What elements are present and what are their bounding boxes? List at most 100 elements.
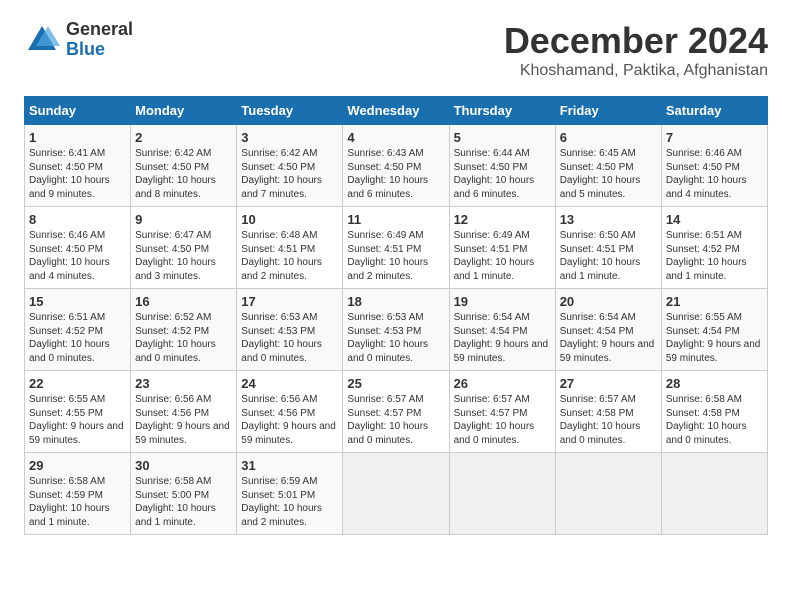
day-number: 19 — [454, 294, 551, 309]
calendar-cell: 11Sunrise: 6:49 AM Sunset: 4:51 PM Dayli… — [343, 207, 449, 289]
day-content: Sunrise: 6:46 AM Sunset: 4:50 PM Dayligh… — [29, 229, 126, 283]
day-number: 15 — [29, 294, 126, 309]
calendar-cell: 21 Sunrise: 6:55 AM Sunset: 4:54 PM Dayli… — [661, 289, 767, 371]
subtitle: Khoshamand, Paktika, Afghanistan — [504, 62, 768, 80]
day-number: 10 — [241, 212, 338, 227]
calendar-cell: 19 Sunrise: 6:54 AM Sunset: 4:54 PM Dayli… — [449, 289, 555, 371]
day-content: Sunrise: 6:56 AM Sunset: 4:56 PM Dayligh… — [241, 393, 338, 447]
calendar-cell: 6 Sunrise: 6:45 AM Sunset: 4:50 PM Daylig… — [555, 125, 661, 207]
calendar-cell: 26Sunrise: 6:57 AM Sunset: 4:57 PM Dayli… — [449, 371, 555, 453]
calendar-cell: 17 Sunrise: 6:53 AM Sunset: 4:53 PM Dayli… — [237, 289, 343, 371]
calendar-cell: 28Sunrise: 6:58 AM Sunset: 4:58 PM Dayli… — [661, 371, 767, 453]
title-area: December 2024 Khoshamand, Paktika, Afgha… — [504, 20, 768, 80]
day-number: 8 — [29, 212, 126, 227]
calendar-cell: 29 Sunrise: 6:58 AM Sunset: 4:59 PM Dayli… — [25, 453, 131, 535]
day-number: 11 — [347, 212, 444, 227]
day-number: 26 — [454, 376, 551, 391]
day-number: 22 — [29, 376, 126, 391]
calendar-cell: 20 Sunrise: 6:54 AM Sunset: 4:54 PM Dayli… — [555, 289, 661, 371]
day-content: Sunrise: 6:42 AM Sunset: 4:50 PM Dayligh… — [241, 147, 338, 201]
calendar-cell: 25Sunrise: 6:57 AM Sunset: 4:57 PM Dayli… — [343, 371, 449, 453]
day-number: 12 — [454, 212, 551, 227]
day-number: 13 — [560, 212, 657, 227]
day-number: 18 — [347, 294, 444, 309]
day-content: Sunrise: 6:58 AM Sunset: 4:58 PM Dayligh… — [666, 393, 763, 447]
header-wednesday: Wednesday — [343, 97, 449, 125]
day-number: 17 — [241, 294, 338, 309]
day-number: 14 — [666, 212, 763, 227]
calendar-body: 1 Sunrise: 6:41 AM Sunset: 4:50 PM Daylig… — [25, 125, 768, 535]
day-content: Sunrise: 6:54 AM Sunset: 4:54 PM Dayligh… — [560, 311, 657, 365]
header-thursday: Thursday — [449, 97, 555, 125]
calendar-cell: 16Sunrise: 6:52 AM Sunset: 4:52 PM Dayli… — [131, 289, 237, 371]
header-row: Sunday Monday Tuesday Wednesday Thursday… — [25, 97, 768, 125]
day-content: Sunrise: 6:55 AM Sunset: 4:55 PM Dayligh… — [29, 393, 126, 447]
logo-general: General — [66, 20, 133, 40]
day-content: Sunrise: 6:46 AM Sunset: 4:50 PM Dayligh… — [666, 147, 763, 201]
calendar-cell: 14 Sunrise: 6:51 AM Sunset: 4:52 PM Dayli… — [661, 207, 767, 289]
day-number: 2 — [135, 130, 232, 145]
calendar-cell: 9 Sunrise: 6:47 AM Sunset: 4:50 PM Daylig… — [131, 207, 237, 289]
day-number: 27 — [560, 376, 657, 391]
header: General Blue December 2024 Khoshamand, P… — [24, 20, 768, 80]
day-number: 20 — [560, 294, 657, 309]
day-content: Sunrise: 6:56 AM Sunset: 4:56 PM Dayligh… — [135, 393, 232, 447]
day-content: Sunrise: 6:53 AM Sunset: 4:53 PM Dayligh… — [347, 311, 444, 365]
day-content: Sunrise: 6:58 AM Sunset: 4:59 PM Dayligh… — [29, 475, 126, 529]
calendar-cell: 12Sunrise: 6:49 AM Sunset: 4:51 PM Dayli… — [449, 207, 555, 289]
day-number: 31 — [241, 458, 338, 473]
calendar-cell: 22 Sunrise: 6:55 AM Sunset: 4:55 PM Dayli… — [25, 371, 131, 453]
day-content: Sunrise: 6:42 AM Sunset: 4:50 PM Dayligh… — [135, 147, 232, 201]
calendar-cell: 4Sunrise: 6:43 AM Sunset: 4:50 PM Daylig… — [343, 125, 449, 207]
calendar-cell: 3 Sunrise: 6:42 AM Sunset: 4:50 PM Daylig… — [237, 125, 343, 207]
header-sunday: Sunday — [25, 97, 131, 125]
day-number: 16 — [135, 294, 232, 309]
logo: General Blue — [24, 20, 133, 60]
calendar-cell: 30Sunrise: 6:58 AM Sunset: 5:00 PM Dayli… — [131, 453, 237, 535]
day-number: 23 — [135, 376, 232, 391]
calendar-cell: 24 Sunrise: 6:56 AM Sunset: 4:56 PM Dayli… — [237, 371, 343, 453]
day-number: 29 — [29, 458, 126, 473]
day-content: Sunrise: 6:51 AM Sunset: 4:52 PM Dayligh… — [29, 311, 126, 365]
calendar-week-5: 29 Sunrise: 6:58 AM Sunset: 4:59 PM Dayli… — [25, 453, 768, 535]
day-content: Sunrise: 6:57 AM Sunset: 4:58 PM Dayligh… — [560, 393, 657, 447]
day-number: 6 — [560, 130, 657, 145]
calendar-cell: 13 Sunrise: 6:50 AM Sunset: 4:51 PM Dayli… — [555, 207, 661, 289]
day-number: 4 — [347, 130, 444, 145]
logo-blue: Blue — [66, 40, 133, 60]
day-number: 25 — [347, 376, 444, 391]
day-content: Sunrise: 6:51 AM Sunset: 4:52 PM Dayligh… — [666, 229, 763, 283]
calendar-cell: 7 Sunrise: 6:46 AM Sunset: 4:50 PM Daylig… — [661, 125, 767, 207]
day-content: Sunrise: 6:59 AM Sunset: 5:01 PM Dayligh… — [241, 475, 338, 529]
day-content: Sunrise: 6:45 AM Sunset: 4:50 PM Dayligh… — [560, 147, 657, 201]
day-content: Sunrise: 6:44 AM Sunset: 4:50 PM Dayligh… — [454, 147, 551, 201]
calendar-cell — [449, 453, 555, 535]
calendar-cell: 15 Sunrise: 6:51 AM Sunset: 4:52 PM Dayli… — [25, 289, 131, 371]
day-content: Sunrise: 6:41 AM Sunset: 4:50 PM Dayligh… — [29, 147, 126, 201]
calendar-cell: 10 Sunrise: 6:48 AM Sunset: 4:51 PM Dayli… — [237, 207, 343, 289]
day-content: Sunrise: 6:48 AM Sunset: 4:51 PM Dayligh… — [241, 229, 338, 283]
day-content: Sunrise: 6:47 AM Sunset: 4:50 PM Dayligh… — [135, 229, 232, 283]
day-number: 24 — [241, 376, 338, 391]
header-saturday: Saturday — [661, 97, 767, 125]
calendar-table: Sunday Monday Tuesday Wednesday Thursday… — [24, 96, 768, 535]
day-content: Sunrise: 6:55 AM Sunset: 4:54 PM Dayligh… — [666, 311, 763, 365]
day-number: 5 — [454, 130, 551, 145]
calendar-cell — [555, 453, 661, 535]
calendar-week-1: 1 Sunrise: 6:41 AM Sunset: 4:50 PM Daylig… — [25, 125, 768, 207]
logo-icon — [24, 22, 60, 58]
logo-text: General Blue — [66, 20, 133, 60]
header-friday: Friday — [555, 97, 661, 125]
header-tuesday: Tuesday — [237, 97, 343, 125]
day-number: 9 — [135, 212, 232, 227]
day-number: 21 — [666, 294, 763, 309]
day-content: Sunrise: 6:50 AM Sunset: 4:51 PM Dayligh… — [560, 229, 657, 283]
calendar-cell: 31 Sunrise: 6:59 AM Sunset: 5:01 PM Dayli… — [237, 453, 343, 535]
calendar-cell: 1 Sunrise: 6:41 AM Sunset: 4:50 PM Daylig… — [25, 125, 131, 207]
day-content: Sunrise: 6:53 AM Sunset: 4:53 PM Dayligh… — [241, 311, 338, 365]
day-number: 1 — [29, 130, 126, 145]
day-content: Sunrise: 6:54 AM Sunset: 4:54 PM Dayligh… — [454, 311, 551, 365]
day-number: 3 — [241, 130, 338, 145]
calendar-cell: 2 Sunrise: 6:42 AM Sunset: 4:50 PM Daylig… — [131, 125, 237, 207]
day-number: 7 — [666, 130, 763, 145]
